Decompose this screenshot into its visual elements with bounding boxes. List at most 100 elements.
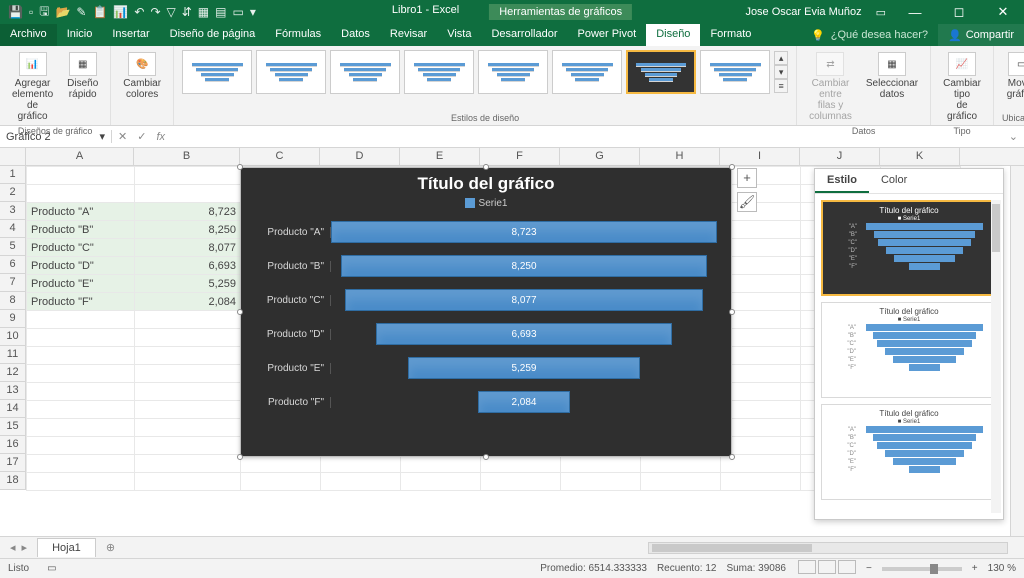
cell-I13[interactable] (721, 383, 801, 401)
cell-E17[interactable] (401, 455, 481, 473)
cell-F18[interactable] (481, 473, 561, 491)
cell-I12[interactable] (721, 365, 801, 383)
tab-inicio[interactable]: Inicio (57, 24, 103, 46)
cell-I2[interactable] (721, 185, 801, 203)
cell-B17[interactable] (135, 455, 241, 473)
cell-A17[interactable] (27, 455, 135, 473)
tab-diseno-pagina[interactable]: Diseño de página (160, 24, 266, 46)
chart-legend[interactable]: Serie1 (241, 196, 731, 215)
col-header-F[interactable]: F (480, 148, 560, 165)
zoom-in-button[interactable]: + (972, 563, 978, 574)
horizontal-scrollbar[interactable] (648, 542, 1008, 554)
row-header-14[interactable]: 14 (0, 400, 25, 418)
row-header-7[interactable]: 7 (0, 274, 25, 292)
pane-tab-style[interactable]: Estilo (815, 169, 869, 193)
cell-I11[interactable] (721, 347, 801, 365)
share-button[interactable]: 👤 Compartir (938, 24, 1024, 46)
cell-C18[interactable] (241, 473, 321, 491)
cell-A15[interactable] (27, 419, 135, 437)
cell-B15[interactable] (135, 419, 241, 437)
row-header-12[interactable]: 12 (0, 364, 25, 382)
row-header-13[interactable]: 13 (0, 382, 25, 400)
tab-powerpivot[interactable]: Power Pivot (567, 24, 646, 46)
sheet-nav-next[interactable]: ▸ (22, 541, 28, 554)
camera-icon[interactable]: ▭ (232, 5, 243, 19)
chart-style-2[interactable] (256, 50, 326, 94)
tab-formato[interactable]: Formato (700, 24, 761, 46)
tab-desarrollador[interactable]: Desarrollador (481, 24, 567, 46)
cell-F17[interactable] (481, 455, 561, 473)
cell-I7[interactable] (721, 275, 801, 293)
chart-elements-button[interactable]: + (737, 168, 757, 188)
row-header-8[interactable]: 8 (0, 292, 25, 310)
row-header-10[interactable]: 10 (0, 328, 25, 346)
col-header-B[interactable]: B (134, 148, 240, 165)
cell-I5[interactable] (721, 239, 801, 257)
tab-datos[interactable]: Datos (331, 24, 380, 46)
cell-A18[interactable] (27, 473, 135, 491)
tab-file[interactable]: Archivo (0, 24, 57, 46)
row-header-15[interactable]: 15 (0, 418, 25, 436)
sheet-tab-hoja1[interactable]: Hoja1 (37, 538, 96, 557)
chart-title[interactable]: Título del gráfico (241, 168, 731, 196)
cell-A12[interactable] (27, 365, 135, 383)
chart-style-8[interactable] (700, 50, 770, 94)
chart-style-3[interactable] (330, 50, 400, 94)
col-header-A[interactable]: A (26, 148, 134, 165)
cell-I6[interactable] (721, 257, 801, 275)
change-chart-type-button[interactable]: 📈 Cambiar tipo de gráfico (939, 50, 985, 124)
add-sheet-button[interactable]: ⊕ (96, 541, 125, 554)
cell-I14[interactable] (721, 401, 801, 419)
cell-A14[interactable] (27, 401, 135, 419)
sort-icon[interactable]: ⇵ (182, 5, 192, 19)
cell-I18[interactable] (721, 473, 801, 491)
fx-icon[interactable]: fx (156, 131, 165, 143)
pane-style-thumb[interactable]: Título del gráfico■ Serie1"A""B""C""D""E… (821, 200, 997, 296)
cell-I3[interactable] (721, 203, 801, 221)
cell-A7[interactable]: Producto "E" (27, 275, 135, 293)
status-record-macro-icon[interactable]: ▭ (47, 563, 56, 574)
redo-icon[interactable]: ↷ (150, 5, 160, 19)
row-header-9[interactable]: 9 (0, 310, 25, 328)
row-header-18[interactable]: 18 (0, 472, 25, 490)
zoom-out-button[interactable]: − (866, 563, 872, 574)
chart-style-5[interactable] (478, 50, 548, 94)
save-icon[interactable]: 💾 (8, 5, 23, 19)
view-buttons[interactable] (796, 560, 856, 577)
cell-B5[interactable]: 8,077 (135, 239, 241, 257)
open-icon[interactable]: 📂 (55, 5, 70, 19)
pivot-icon[interactable]: ▦ (198, 5, 209, 19)
quick-layout-button[interactable]: ▦ Diseño rápido (63, 50, 102, 124)
enter-icon[interactable]: ✓ (137, 130, 146, 143)
user-name[interactable]: Jose Oscar Evia Muñoz (745, 6, 861, 18)
styles-scroll-up[interactable]: ▴ (774, 51, 788, 65)
row-header-17[interactable]: 17 (0, 454, 25, 472)
cell-B7[interactable]: 5,259 (135, 275, 241, 293)
cell-A4[interactable]: Producto "B" (27, 221, 135, 239)
chart-bar[interactable]: 5,259 (408, 357, 641, 379)
undo-icon[interactable]: ↶ (134, 5, 144, 19)
row-header-2[interactable]: 2 (0, 184, 25, 202)
cell-B8[interactable]: 2,084 (135, 293, 241, 311)
tab-revisar[interactable]: Revisar (380, 24, 437, 46)
select-all-button[interactable] (0, 148, 26, 166)
cell-B10[interactable] (135, 329, 241, 347)
cell-A2[interactable] (27, 185, 135, 203)
cell-D18[interactable] (321, 473, 401, 491)
tab-formulas[interactable]: Fórmulas (265, 24, 331, 46)
move-chart-button[interactable]: ▭ Mover gráfico (1003, 50, 1024, 102)
cancel-icon[interactable]: ✕ (118, 130, 127, 143)
save-icon-2[interactable]: 🖫 (39, 2, 49, 23)
cell-G18[interactable] (561, 473, 641, 491)
cell-A5[interactable]: Producto "C" (27, 239, 135, 257)
close-button[interactable]: ✕ (988, 4, 1018, 20)
cell-B9[interactable] (135, 311, 241, 329)
pane-tab-color[interactable]: Color (869, 169, 919, 193)
chart-style-6[interactable] (552, 50, 622, 94)
tab-vista[interactable]: Vista (437, 24, 481, 46)
tab-insertar[interactable]: Insertar (102, 24, 159, 46)
chart-style-7-selected[interactable] (626, 50, 696, 94)
expand-formula-bar[interactable]: ⌄ (1003, 130, 1024, 143)
zoom-slider[interactable] (882, 567, 962, 571)
cell-A3[interactable]: Producto "A" (27, 203, 135, 221)
